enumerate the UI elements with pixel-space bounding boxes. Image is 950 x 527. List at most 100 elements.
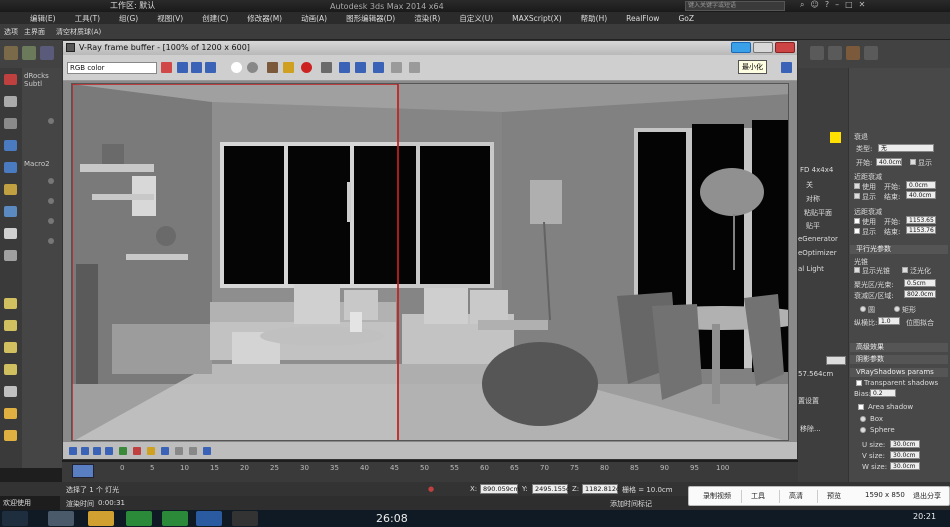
snap-icon[interactable]	[810, 46, 824, 60]
space-warp-icon[interactable]	[4, 250, 17, 261]
far-start-field[interactable]: 1153.65	[906, 216, 936, 224]
clear-icon[interactable]	[301, 62, 312, 73]
tab-options[interactable]: 选项	[4, 27, 18, 37]
compare-icon[interactable]	[175, 447, 183, 455]
tab-clear-materials[interactable]: 清空材质球(A)	[56, 27, 101, 37]
maxscript-listener[interactable]: 欢迎使用 MAXScr	[0, 496, 60, 521]
x-coordinate-field[interactable]: 890.059cm	[480, 484, 520, 494]
exit-share-button[interactable]: 退出分享	[913, 491, 941, 501]
usize-field[interactable]: 30.0cm	[890, 440, 920, 448]
history-icon[interactable]	[69, 447, 77, 455]
cylinder-icon[interactable]	[4, 342, 17, 353]
srgb-icon[interactable]	[409, 62, 420, 73]
close-button[interactable]	[775, 42, 795, 53]
modifier-item[interactable]: 关	[806, 180, 813, 190]
curve-icon[interactable]	[93, 447, 101, 455]
advanced-effects-rollout[interactable]: 高级效果	[850, 343, 948, 352]
render-frame-icon[interactable]	[846, 46, 860, 60]
timeline[interactable]: 0 5 10 15 20 25 30 35 40 45 50 55 60 65 …	[62, 462, 798, 482]
menu-tools[interactable]: 工具(T)	[75, 13, 100, 24]
bind-space-warp-icon[interactable]	[40, 46, 54, 60]
near-show-checkbox[interactable]	[854, 193, 860, 199]
window-minimize-icon[interactable]: –	[835, 0, 839, 10]
menu-help[interactable]: 帮助(H)	[581, 13, 608, 24]
pixel-info-icon[interactable]	[133, 447, 141, 455]
quality-menu[interactable]: 高清	[789, 491, 803, 501]
user-icon[interactable]: ☺	[810, 0, 818, 10]
modifier-item[interactable]: 对称	[806, 194, 820, 204]
menu-animation[interactable]: 动画(A)	[301, 13, 327, 24]
render-production-icon[interactable]	[864, 46, 878, 60]
search-icon[interactable]: ⌕	[800, 0, 804, 10]
help-icon[interactable]: ?	[825, 0, 829, 10]
follow-mouse-icon[interactable]	[355, 62, 366, 73]
left-panel-tab[interactable]: dRocks Subtl	[24, 72, 62, 88]
display-correction-icon[interactable]	[391, 62, 402, 73]
unlink-icon[interactable]	[22, 46, 36, 60]
mono-icon[interactable]	[247, 62, 258, 73]
render-image[interactable]	[71, 83, 789, 441]
sun-icon[interactable]	[4, 408, 17, 419]
lock-icon[interactable]: ●	[428, 485, 434, 493]
box-radio[interactable]	[860, 416, 866, 422]
overshoot-checkbox[interactable]	[902, 267, 908, 273]
search-input[interactable]: 键入关键字或短语	[685, 1, 785, 11]
far-use-checkbox[interactable]	[854, 218, 860, 224]
stamp-icon[interactable]	[147, 447, 155, 455]
color-channels-icon[interactable]	[161, 62, 172, 73]
decay-start-field[interactable]: 40.0cm	[876, 158, 902, 166]
vfb-title-bar[interactable]: V-Ray frame buffer - [100% of 1200 x 600…	[63, 41, 797, 55]
transparent-shadows-checkbox[interactable]	[856, 380, 862, 386]
tools-menu[interactable]: 工具	[751, 491, 765, 501]
circle-radio[interactable]	[860, 306, 866, 312]
render-icon[interactable]	[781, 62, 792, 73]
far-show-checkbox[interactable]	[854, 228, 860, 234]
menu-modifiers[interactable]: 修改器(M)	[247, 13, 282, 24]
grid-icon[interactable]	[4, 140, 17, 151]
levels-icon[interactable]	[81, 447, 89, 455]
window-close-icon[interactable]: ✕	[859, 0, 866, 10]
far-end-field[interactable]: 1153.76	[906, 226, 936, 234]
decay-show-checkbox[interactable]	[910, 159, 916, 165]
camera-icon[interactable]	[4, 206, 17, 217]
add-time-tag-button[interactable]: 添加时间标记	[610, 499, 652, 509]
parallel-light-rollout[interactable]: 平行光参数	[850, 245, 948, 254]
show-cone-checkbox[interactable]	[854, 267, 860, 273]
region-render-icon[interactable]	[339, 62, 350, 73]
area-shadow-checkbox[interactable]	[858, 404, 864, 410]
lens-effects-icon[interactable]	[373, 62, 384, 73]
light-icon[interactable]	[4, 184, 17, 195]
color-swatch[interactable]	[830, 132, 841, 143]
z-coordinate-field[interactable]: 1182.812c	[582, 484, 620, 494]
bias-field[interactable]: 0.2	[870, 389, 896, 397]
menu-goz[interactable]: GoZ	[678, 14, 694, 23]
duplicate-icon[interactable]	[321, 62, 332, 73]
box-icon[interactable]	[4, 298, 17, 309]
menu-views[interactable]: 视图(V)	[157, 13, 183, 24]
record-video-button[interactable]: 录制视频	[703, 491, 731, 501]
select-link-icon[interactable]	[4, 46, 18, 60]
render-setup-icon[interactable]	[828, 46, 842, 60]
zoom-icon[interactable]	[161, 447, 169, 455]
near-start-field[interactable]: 0.0cm	[906, 181, 936, 189]
ab-compare-icon[interactable]	[189, 447, 197, 455]
near-use-checkbox[interactable]	[854, 183, 860, 189]
vsize-field[interactable]: 30.0cm	[890, 451, 920, 459]
green-channel-icon[interactable]	[191, 62, 202, 73]
menu-realflow[interactable]: RealFlow	[626, 14, 659, 23]
near-end-field[interactable]: 40.0cm	[906, 191, 936, 199]
menu-graph-editors[interactable]: 图形编辑器(D)	[346, 13, 395, 24]
modifier-dropdown[interactable]	[826, 356, 846, 365]
time-slider[interactable]	[72, 464, 94, 478]
chrome-icon[interactable]	[126, 511, 152, 526]
settings-icon[interactable]	[203, 447, 211, 455]
object-icon[interactable]	[4, 162, 17, 173]
modifier-item[interactable]: eOptimizer	[798, 249, 837, 257]
vray-shadows-rollout[interactable]: VRayShadows params	[850, 368, 948, 377]
modifier-item[interactable]: eGenerator	[798, 235, 838, 243]
save-icon[interactable]	[267, 62, 278, 73]
window-maximize-icon[interactable]: □	[845, 0, 853, 10]
modifier-item[interactable]: FD 4x4x4	[800, 166, 833, 174]
blue-channel-icon[interactable]	[205, 62, 216, 73]
modifier-item[interactable]: 粘贴平面	[804, 208, 832, 218]
